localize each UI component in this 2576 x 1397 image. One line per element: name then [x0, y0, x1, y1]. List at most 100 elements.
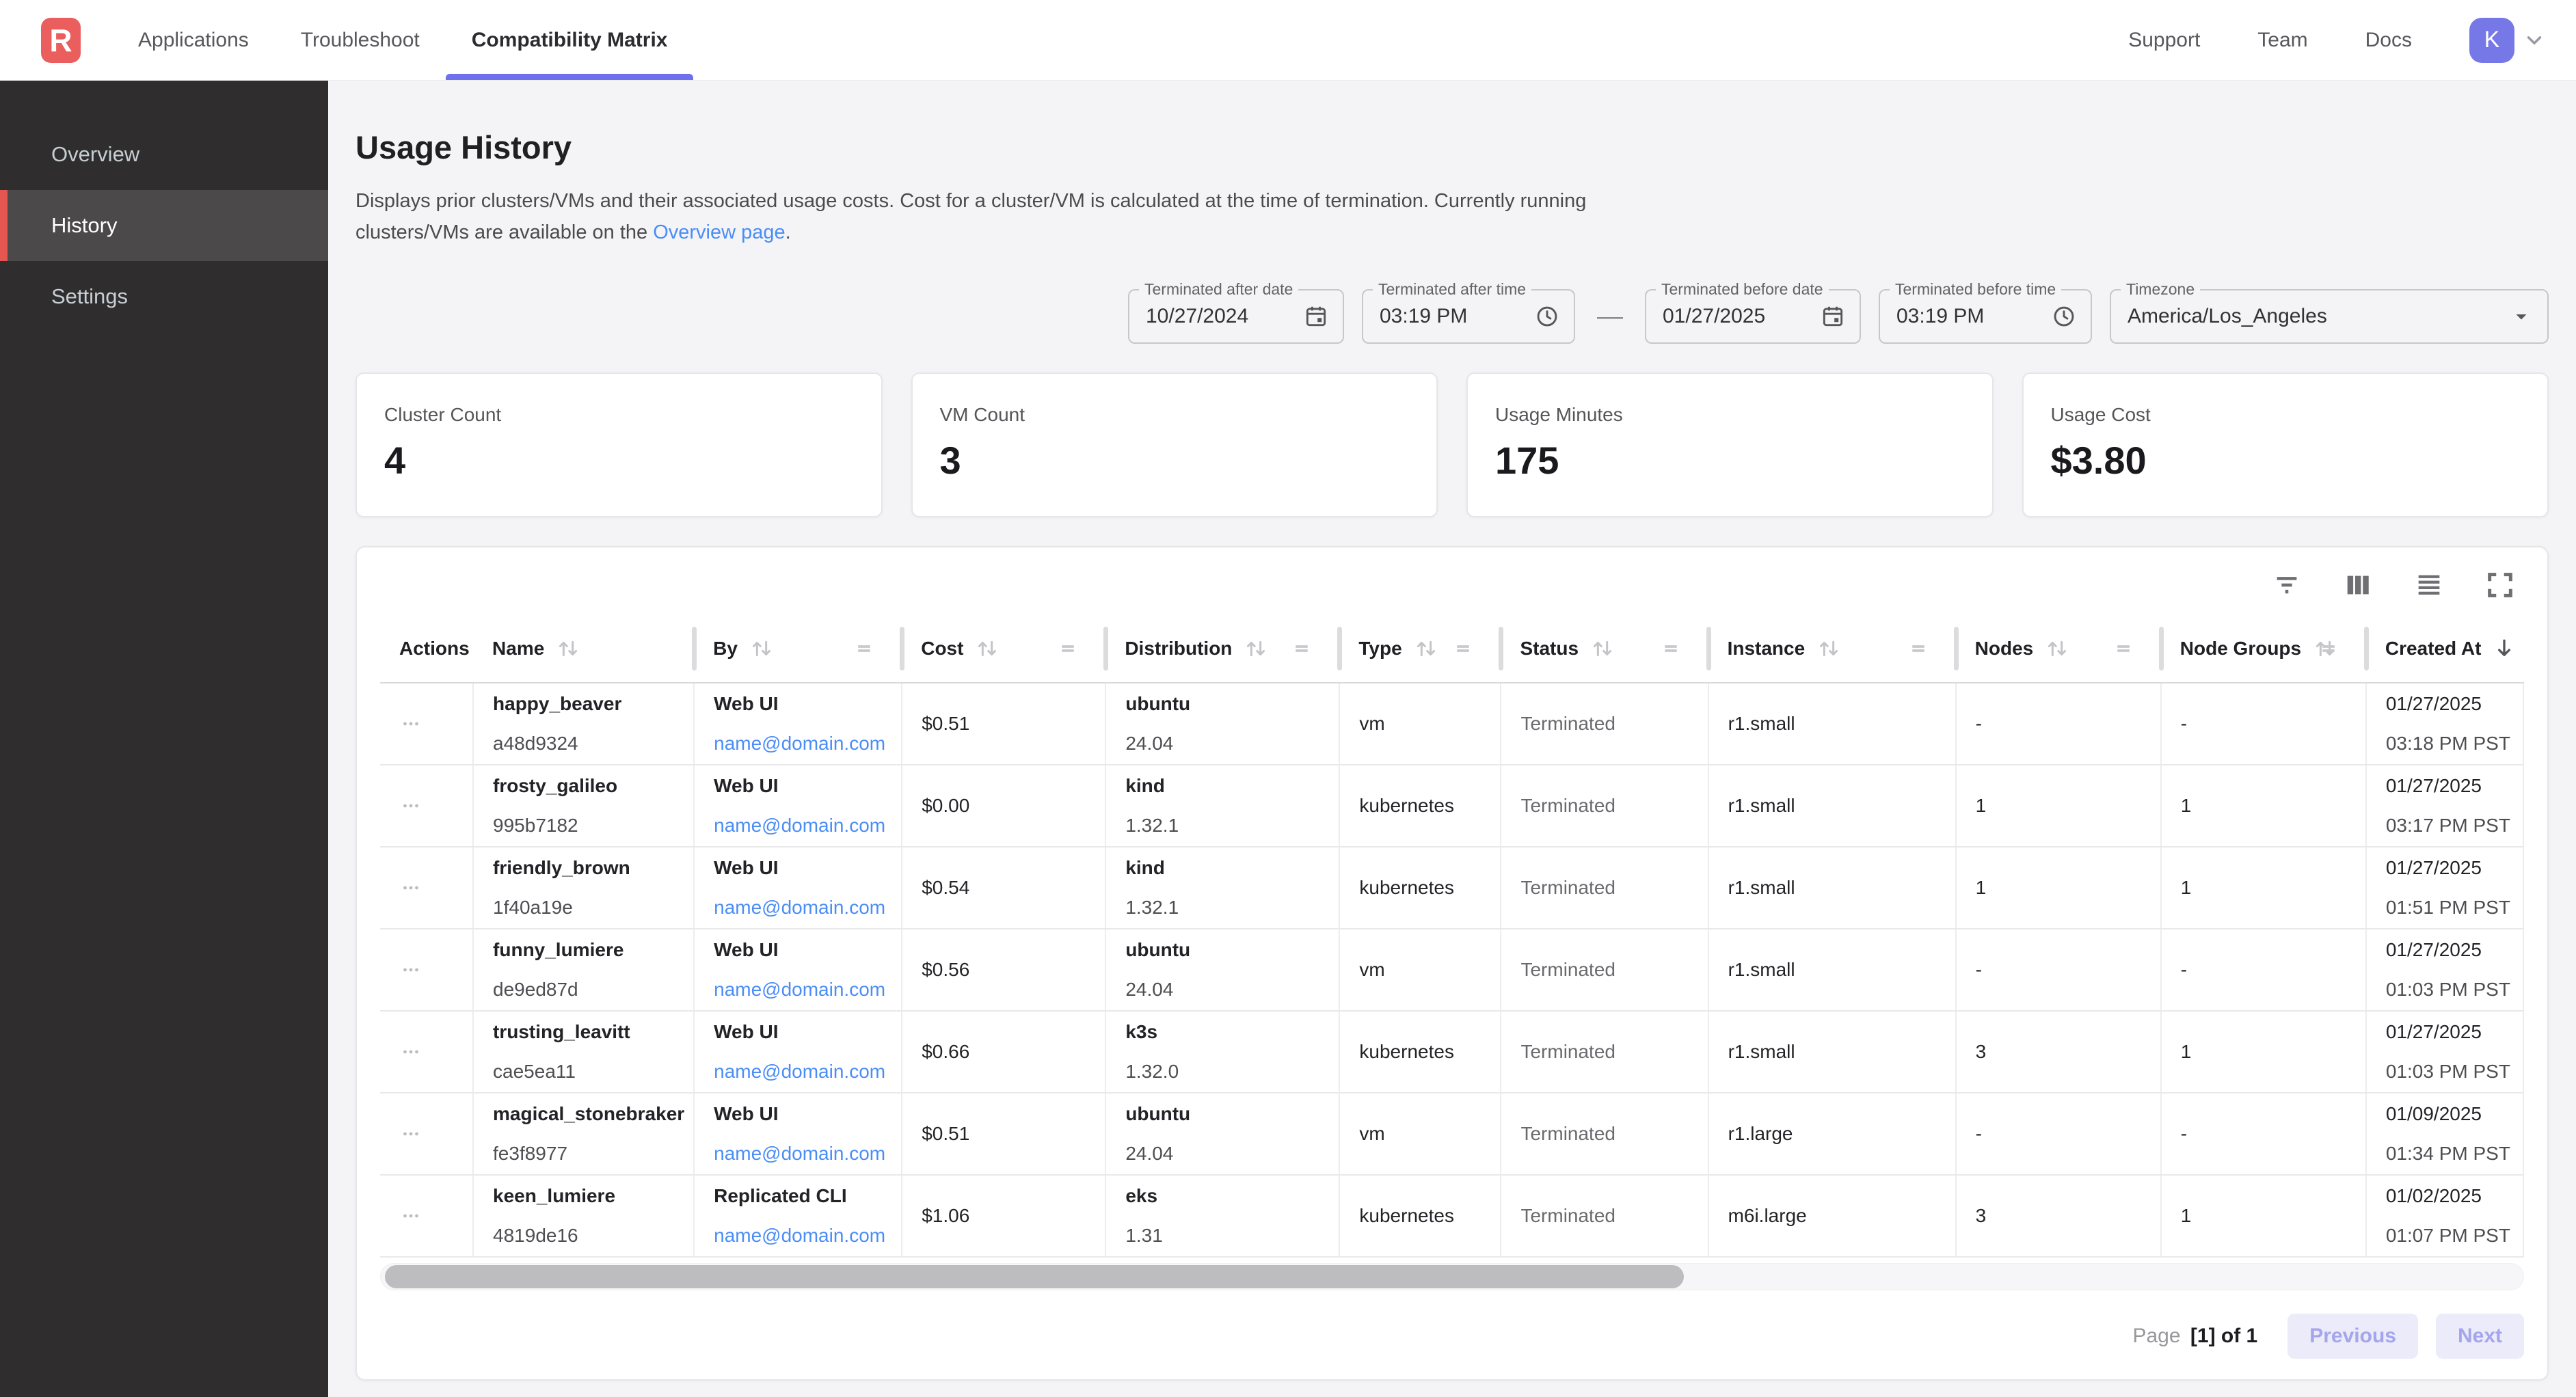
column-header-node-groups[interactable]: Node Groups — [2161, 614, 2366, 683]
sidebar-item-history[interactable]: History — [0, 190, 328, 261]
column-header-name[interactable]: Name — [473, 614, 694, 683]
sidebar-item-settings[interactable]: Settings — [0, 261, 328, 332]
column-drag-handle[interactable] — [1058, 638, 1078, 659]
column-header-distribution[interactable]: Distribution — [1105, 614, 1339, 683]
sort-updown-icon[interactable] — [2043, 634, 2071, 663]
sort-updown-icon[interactable] — [1242, 634, 1270, 663]
cost-text: $1.06 — [922, 1205, 969, 1226]
replicated-logo[interactable]: R — [41, 18, 81, 63]
horizontal-scrollbar-track[interactable] — [380, 1263, 2524, 1290]
overview-page-link[interactable]: Overview page — [653, 221, 785, 243]
clock-icon[interactable] — [2051, 303, 2077, 329]
horizontal-scrollbar-thumb[interactable] — [385, 1265, 1684, 1288]
cell-type: kubernetes — [1339, 847, 1501, 929]
row-actions-button[interactable] — [399, 876, 466, 899]
column-drag-handle[interactable] — [854, 638, 874, 659]
pagination: Page [1] of 1 Previous Next — [380, 1314, 2524, 1359]
next-page-button[interactable]: Next — [2436, 1314, 2524, 1359]
terminated-after-time-field[interactable]: Terminated after time 03:19 PM — [1362, 289, 1575, 344]
column-header-nodes[interactable]: Nodes — [1956, 614, 2161, 683]
columns-icon[interactable] — [2342, 569, 2374, 601]
email-link[interactable]: name@domain.com — [714, 812, 894, 839]
email-link[interactable]: name@domain.com — [714, 1140, 894, 1167]
created-date-text: 01/27/2025 — [2386, 1018, 2516, 1046]
column-drag-handle[interactable] — [2318, 638, 2339, 659]
distro-text: eks — [1125, 1182, 1332, 1210]
column-label: Name — [492, 638, 544, 660]
sort-updown-icon[interactable] — [973, 634, 1002, 663]
sort-updown-icon[interactable] — [1588, 634, 1617, 663]
row-actions-button[interactable] — [399, 958, 466, 981]
sort-updown-icon[interactable] — [747, 634, 776, 663]
sort-updown-icon[interactable] — [1412, 634, 1440, 663]
email-link[interactable]: name@domain.com — [714, 976, 894, 1003]
cell-status: Terminated — [1501, 683, 1708, 765]
nav-link-team[interactable]: Team — [2257, 29, 2307, 52]
row-actions-button[interactable] — [399, 712, 466, 735]
name-text: friendly_brown — [493, 854, 686, 882]
terminated-after-date-value: 10/27/2024 — [1146, 305, 1293, 328]
vm-count-card: VM Count 3 — [911, 372, 1438, 517]
user-menu[interactable]: K — [2469, 18, 2546, 63]
created-time-text: 01:03 PM PST — [2386, 976, 2516, 1003]
tab-applications[interactable]: Applications — [112, 0, 275, 80]
node-groups-text: - — [2181, 1123, 2187, 1144]
by-text: Replicated CLI — [714, 1182, 894, 1210]
row-density-icon[interactable] — [2413, 569, 2445, 601]
row-actions-button[interactable] — [399, 1204, 466, 1228]
sort-updown-icon[interactable] — [1814, 634, 1843, 663]
table-row: keen_lumiere4819de16Replicated CLIname@d… — [380, 1175, 2523, 1257]
column-drag-handle[interactable] — [2113, 638, 2134, 659]
column-header-cost[interactable]: Cost — [902, 614, 1105, 683]
timezone-label: Timezone — [2121, 280, 2200, 299]
created-time-text: 01:03 PM PST — [2386, 1058, 2516, 1085]
table-header-row: ActionsNameByCostDistributionTypeStatusI… — [380, 614, 2523, 683]
sort-updown-icon[interactable] — [554, 634, 582, 663]
tab-applications-label: Applications — [138, 29, 249, 52]
column-drag-handle[interactable] — [1908, 638, 1929, 659]
previous-page-button[interactable]: Previous — [2287, 1314, 2418, 1359]
column-header-created-at[interactable]: Created At — [2366, 614, 2523, 683]
nav-link-docs[interactable]: Docs — [2365, 29, 2412, 52]
type-text: kubernetes — [1359, 795, 1454, 816]
distro-text: ubuntu — [1125, 1100, 1332, 1128]
avatar[interactable]: K — [2469, 18, 2514, 63]
nav-right: Support Team Docs K — [2128, 18, 2546, 63]
tab-compatibility-matrix[interactable]: Compatibility Matrix — [446, 0, 694, 80]
email-link[interactable]: name@domain.com — [714, 1058, 894, 1085]
description-line1: Displays prior clusters/VMs and their as… — [355, 190, 1586, 212]
calendar-icon[interactable] — [1303, 303, 1329, 329]
filter-icon[interactable] — [2271, 569, 2303, 601]
column-header-by[interactable]: By — [694, 614, 902, 683]
column-drag-handle[interactable] — [1453, 638, 1473, 659]
terminated-before-date-field[interactable]: Terminated before date 01/27/2025 — [1645, 289, 1861, 344]
row-actions-button[interactable] — [399, 1122, 466, 1145]
caret-down-icon[interactable] — [2509, 304, 2534, 329]
fullscreen-icon[interactable] — [2484, 569, 2516, 601]
row-actions-button[interactable] — [399, 1040, 466, 1063]
calendar-icon[interactable] — [1820, 303, 1846, 329]
row-actions-button[interactable] — [399, 794, 466, 817]
column-header-type[interactable]: Type — [1339, 614, 1501, 683]
timezone-select[interactable]: Timezone America/Los_Angeles — [2110, 289, 2549, 344]
email-link[interactable]: name@domain.com — [714, 894, 894, 921]
column-drag-handle[interactable] — [1661, 638, 1681, 659]
terminated-before-time-field[interactable]: Terminated before time 03:19 PM — [1879, 289, 2092, 344]
terminated-after-date-field[interactable]: Terminated after date 10/27/2024 — [1128, 289, 1344, 344]
id-text: de9ed87d — [493, 976, 686, 1003]
cell-status: Terminated — [1501, 847, 1708, 929]
sidebar-item-overview[interactable]: Overview — [0, 119, 328, 190]
column-drag-handle[interactable] — [1291, 638, 1312, 659]
column-header-status[interactable]: Status — [1501, 614, 1708, 683]
column-label: Nodes — [1975, 638, 2034, 660]
status-text: Terminated — [1520, 1205, 1615, 1226]
cell-actions — [380, 765, 473, 847]
column-header-instance[interactable]: Instance — [1708, 614, 1956, 683]
nav-link-support[interactable]: Support — [2128, 29, 2200, 52]
email-link[interactable]: name@domain.com — [714, 1222, 894, 1249]
clock-icon[interactable] — [1534, 303, 1560, 329]
tab-troubleshoot[interactable]: Troubleshoot — [275, 0, 446, 80]
created-date-text: 01/27/2025 — [2386, 936, 2516, 964]
email-link[interactable]: name@domain.com — [714, 730, 894, 757]
sort-desc-icon[interactable] — [2491, 635, 2518, 662]
